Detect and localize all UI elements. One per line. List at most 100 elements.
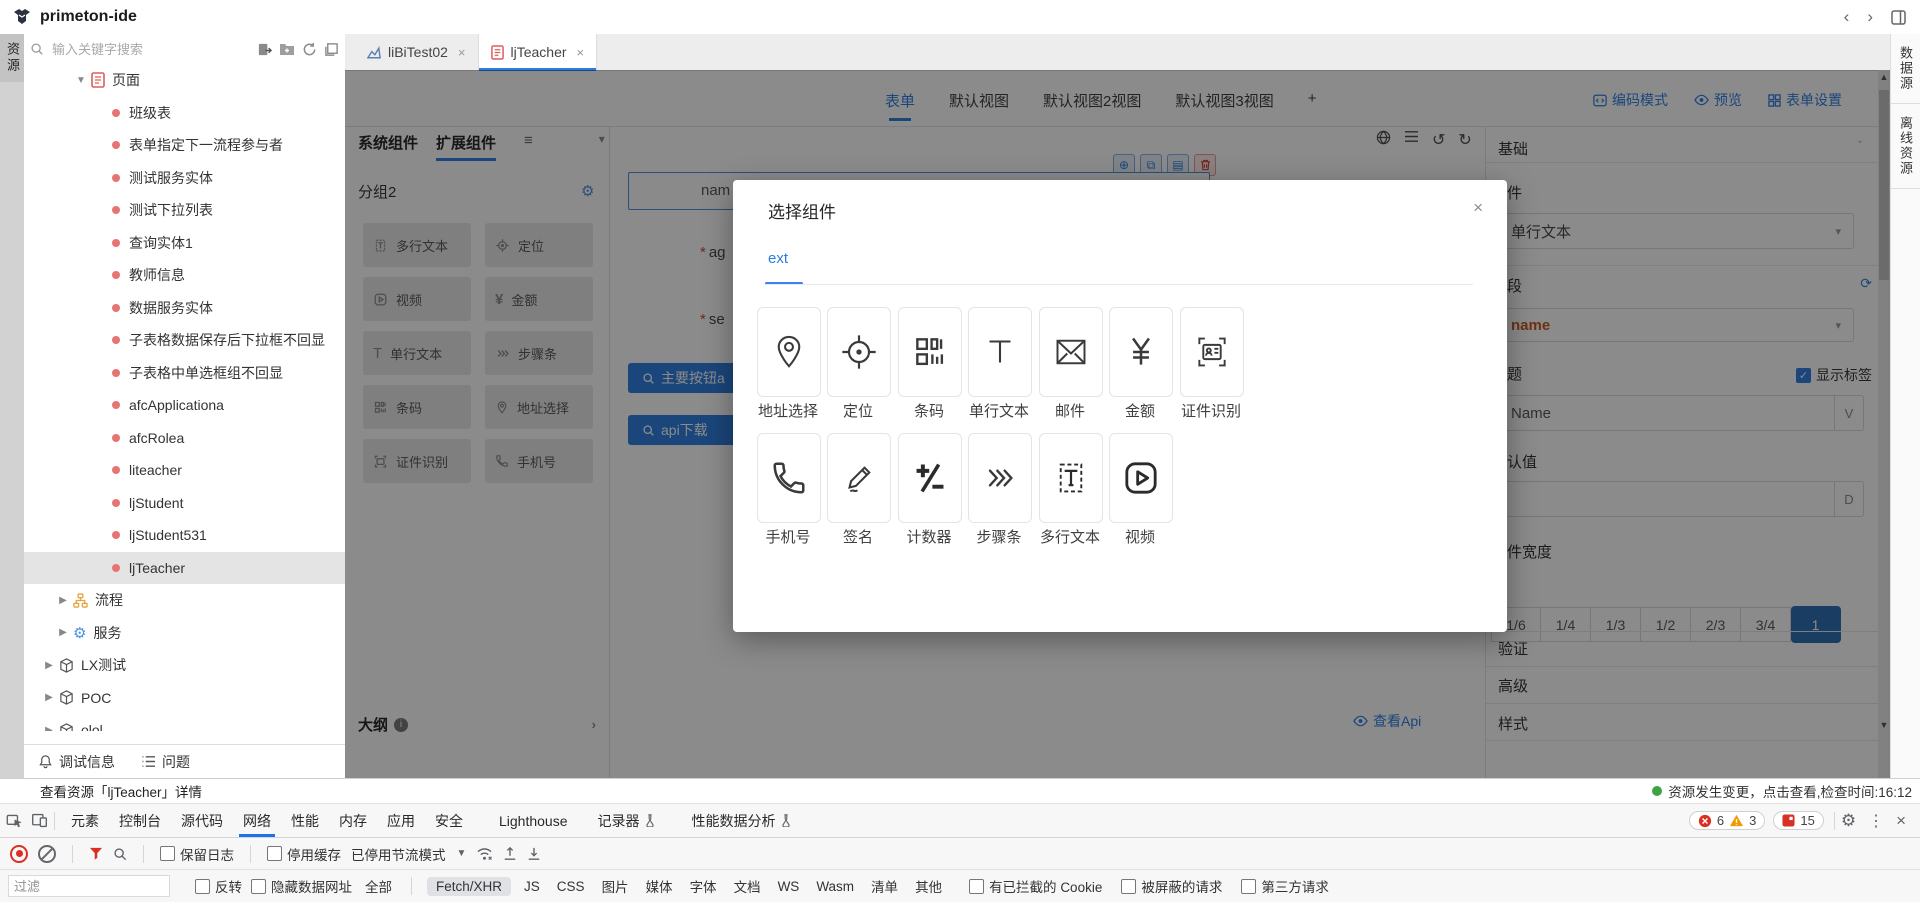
checkbox-icon[interactable] — [160, 846, 175, 861]
component-card-id-recognition[interactable] — [1180, 307, 1244, 397]
filter-type-all[interactable]: 全部 — [361, 874, 396, 898]
clear-network-icon[interactable] — [38, 845, 56, 863]
collapse-arrow-icon[interactable]: ▶ — [42, 660, 56, 671]
status-left-text[interactable]: 查看资源「ljTeacher」详情 — [40, 781, 202, 801]
filter-type-font[interactable]: 字体 — [686, 874, 721, 898]
component-card-steps[interactable] — [968, 433, 1032, 523]
checkbox-icon[interactable] — [267, 846, 282, 861]
tree-leaf[interactable]: 子表格数据保存后下拉框不回显 — [24, 324, 345, 357]
console-counts-pill[interactable]: 6 3 — [1689, 811, 1765, 830]
filter-type-other[interactable]: 其他 — [911, 874, 946, 898]
component-card-multiline-text[interactable] — [1039, 433, 1103, 523]
checkbox-icon[interactable] — [969, 879, 984, 894]
filter-type-wasm[interactable]: Wasm — [812, 877, 858, 896]
network-conditions-icon[interactable] — [476, 847, 493, 861]
filter-type-ws[interactable]: WS — [774, 877, 804, 896]
filter-input[interactable] — [8, 875, 170, 897]
problems-tab[interactable]: 问题 — [141, 752, 190, 772]
filter-type-media[interactable]: 媒体 — [642, 874, 677, 898]
tree-leaf[interactable]: ljStudent531 — [24, 519, 345, 552]
tree-node-poc[interactable]: ▶ POC — [24, 682, 345, 715]
devtools-tab-memory[interactable]: 内存 — [329, 804, 377, 837]
component-card-amount[interactable] — [1109, 307, 1173, 397]
devtools-tab-sources[interactable]: 源代码 — [171, 804, 233, 837]
expand-arrow-icon[interactable]: ▼ — [74, 75, 88, 86]
kebab-menu-icon[interactable]: ⋮ — [1868, 811, 1884, 831]
collapse-arrow-icon[interactable]: ▶ — [56, 595, 70, 606]
tree-leaf[interactable]: 测试下拉列表 — [24, 194, 345, 227]
invert-checkbox[interactable]: 反转 — [195, 876, 242, 896]
checkbox-icon[interactable] — [251, 879, 266, 894]
devtools-tab-elements[interactable]: 元素 — [61, 804, 109, 837]
filter-type-doc[interactable]: 文档 — [730, 874, 765, 898]
devtools-tab-security[interactable]: 安全 — [425, 804, 473, 837]
devtools-tab-console[interactable]: 控制台 — [109, 804, 171, 837]
issues-pill[interactable]: 15 — [1773, 811, 1823, 830]
tree-leaf[interactable]: liteacher — [24, 454, 345, 487]
activity-tab-resources[interactable]: 资源 — [0, 34, 25, 82]
filter-funnel-icon[interactable] — [89, 847, 103, 860]
component-card-single-text[interactable] — [968, 307, 1032, 397]
datasource-tab[interactable]: 数据源 — [1896, 46, 1915, 91]
record-network-icon[interactable] — [10, 845, 28, 863]
component-card-video[interactable] — [1109, 433, 1173, 523]
import-har-icon[interactable] — [503, 846, 517, 861]
filter-type-manifest[interactable]: 清单 — [867, 874, 902, 898]
new-folder-icon[interactable] — [279, 42, 295, 56]
component-card-signature[interactable] — [827, 433, 891, 523]
tree-node-service[interactable]: ▶ ⚙ 服务 — [24, 617, 345, 650]
devtools-tab-lighthouse[interactable]: Lighthouse — [489, 804, 578, 837]
history-back-icon[interactable]: ‹ — [1844, 7, 1850, 27]
search-network-icon[interactable] — [113, 847, 127, 861]
tree-leaf[interactable]: afcRolea — [24, 422, 345, 455]
tree-node-lx-test[interactable]: ▶ LX测试 — [24, 649, 345, 682]
close-icon[interactable]: × — [1473, 198, 1483, 218]
filter-type-js[interactable]: JS — [520, 877, 544, 896]
editor-tab-libitest02[interactable]: liBiTest02 × — [355, 34, 479, 70]
debug-info-tab[interactable]: 调试信息 — [38, 752, 115, 772]
tree-leaf[interactable]: 班级表 — [24, 97, 345, 130]
history-forward-icon[interactable]: › — [1867, 7, 1873, 27]
blocked-requests-checkbox[interactable]: 被屏蔽的请求 — [1121, 876, 1222, 896]
editor-tab-ljteacher[interactable]: ljTeacher × — [479, 34, 598, 70]
throttling-select[interactable]: 已停用节流模式▼ — [351, 844, 466, 864]
dialog-tab-ext[interactable]: ext — [768, 250, 788, 267]
refresh-icon[interactable] — [302, 42, 317, 57]
tree-leaf[interactable]: 教师信息 — [24, 259, 345, 292]
device-toolbar-icon[interactable] — [31, 812, 48, 829]
checkbox-icon[interactable] — [1241, 879, 1256, 894]
collapse-arrow-icon[interactable]: ▶ — [42, 692, 56, 703]
third-party-checkbox[interactable]: 第三方请求 — [1241, 876, 1329, 896]
hide-data-urls-checkbox[interactable]: 隐藏数据网址 — [251, 876, 352, 896]
disable-cache-checkbox[interactable]: 停用缓存 — [267, 844, 341, 864]
tree-leaf[interactable]: afcApplicationa — [24, 389, 345, 422]
devtools-tab-performance-insights[interactable]: 性能数据分析 — [682, 804, 802, 837]
search-input[interactable] — [50, 41, 251, 58]
collapse-arrow-icon[interactable]: ▶ — [56, 627, 70, 638]
preserve-log-checkbox[interactable]: 保留日志 — [160, 844, 234, 864]
devtools-tab-application[interactable]: 应用 — [377, 804, 425, 837]
close-tab-icon[interactable]: × — [577, 45, 585, 60]
window-layout-icon[interactable] — [1891, 10, 1906, 25]
tree-leaf[interactable]: 子表格中单选框组不回显 — [24, 357, 345, 390]
component-card-locate[interactable] — [827, 307, 891, 397]
inspect-icon[interactable] — [6, 812, 23, 829]
filter-type-img[interactable]: 图片 — [598, 874, 633, 898]
checkbox-icon[interactable] — [1121, 879, 1136, 894]
component-card-mail[interactable] — [1039, 307, 1103, 397]
offline-resources-tab[interactable]: 离线资源 — [1896, 116, 1915, 176]
component-card-phone[interactable] — [757, 433, 821, 523]
tree-leaf-selected[interactable]: ljTeacher — [24, 552, 345, 585]
filter-type-css[interactable]: CSS — [553, 877, 589, 896]
import-resource-icon[interactable] — [257, 42, 272, 57]
collapse-arrow-icon[interactable]: ▶ — [42, 725, 56, 731]
tree-leaf[interactable]: ljStudent — [24, 487, 345, 520]
tree-node-clipped[interactable]: ▶ olol — [24, 714, 345, 731]
filter-type-fetch-xhr[interactable]: Fetch/XHR — [427, 877, 511, 896]
tree-leaf[interactable]: 查询实体1 — [24, 227, 345, 260]
tree-leaf[interactable]: 测试服务实体 — [24, 162, 345, 195]
component-card-barcode[interactable] — [898, 307, 962, 397]
export-har-icon[interactable] — [527, 846, 541, 861]
close-devtools-icon[interactable]: × — [1896, 811, 1906, 831]
devtools-tab-recorder[interactable]: 记录器 — [588, 804, 666, 837]
